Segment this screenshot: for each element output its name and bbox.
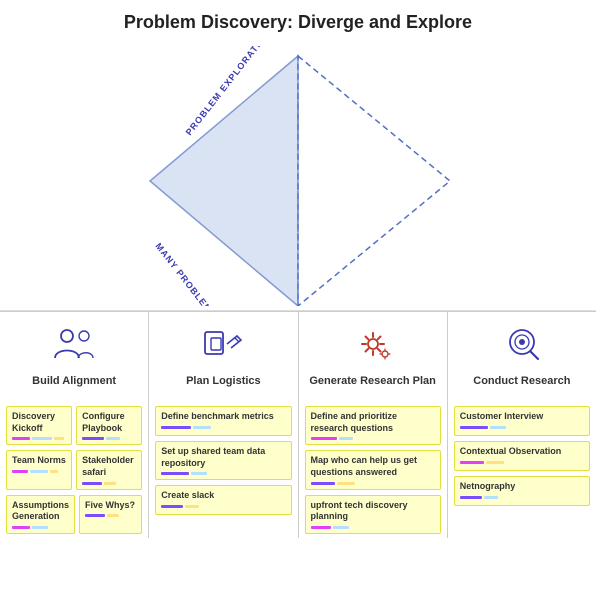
- card-discovery-kickoff: Discovery Kickoff: [6, 406, 72, 445]
- conduct-research-cards: Customer Interview Contextual Observatio…: [448, 402, 596, 510]
- diamond-section: PROBLEM EXPLORATION MANY PROBLEMS: [0, 41, 596, 311]
- plan-icon: [201, 312, 245, 368]
- card-benchmark-metrics: Define benchmark metrics: [155, 406, 291, 436]
- column-plan-logistics: Plan Logistics Define benchmark metrics …: [149, 312, 298, 538]
- build-alignment-label: Build Alignment: [28, 368, 120, 402]
- people-icon: [52, 312, 96, 368]
- page: Problem Discovery: Diverge and Explore P…: [0, 0, 596, 538]
- card-five-whys: Five Whys?: [79, 495, 142, 534]
- magnify-icon: [500, 312, 544, 368]
- build-alignment-cards: Discovery Kickoff Configure Playbook: [0, 402, 148, 538]
- gear-icon: [351, 312, 395, 368]
- label-many-problems: MANY PROBLEMS: [153, 241, 218, 306]
- card-map-who-can-help: Map who can help us get questions answer…: [305, 450, 441, 489]
- card-assumptions-generation: Assumptions Generation: [6, 495, 75, 534]
- card-row-2: Team Norms Stakeholder safari: [6, 450, 142, 489]
- conduct-research-label: Conduct Research: [469, 368, 574, 402]
- page-title: Problem Discovery: Diverge and Explore: [0, 0, 596, 41]
- column-conduct-research: Conduct Research Customer Interview Cont…: [448, 312, 596, 538]
- generate-research-plan-cards: Define and prioritize research questions…: [299, 402, 447, 538]
- columns-section: Build Alignment Discovery Kickoff Config…: [0, 311, 596, 538]
- plan-logistics-label: Plan Logistics: [182, 368, 265, 402]
- card-contextual-observation: Contextual Observation: [454, 441, 590, 471]
- card-research-questions: Define and prioritize research questions: [305, 406, 441, 445]
- column-generate-research-plan: Generate Research Plan Define and priori…: [299, 312, 448, 538]
- plan-logistics-cards: Define benchmark metrics Set up shared t…: [149, 402, 297, 519]
- generate-research-plan-label: Generate Research Plan: [305, 368, 440, 402]
- card-netnography: Netnography: [454, 476, 590, 506]
- card-row-1: Discovery Kickoff Configure Playbook: [6, 406, 142, 445]
- card-create-slack: Create slack: [155, 485, 291, 515]
- column-build-alignment: Build Alignment Discovery Kickoff Config…: [0, 312, 149, 538]
- card-customer-interview: Customer Interview: [454, 406, 590, 436]
- diamond-svg: PROBLEM EXPLORATION MANY PROBLEMS: [0, 46, 596, 306]
- card-stakeholder-safari: Stakeholder safari: [76, 450, 142, 489]
- card-configure-playbook: Configure Playbook: [76, 406, 142, 445]
- card-team-norms: Team Norms: [6, 450, 72, 489]
- card-row-3: Assumptions Generation Five Whys?: [6, 495, 142, 534]
- card-upfront-tech: upfront tech discovery planning: [305, 495, 441, 534]
- card-shared-data-repo: Set up shared team data repository: [155, 441, 291, 480]
